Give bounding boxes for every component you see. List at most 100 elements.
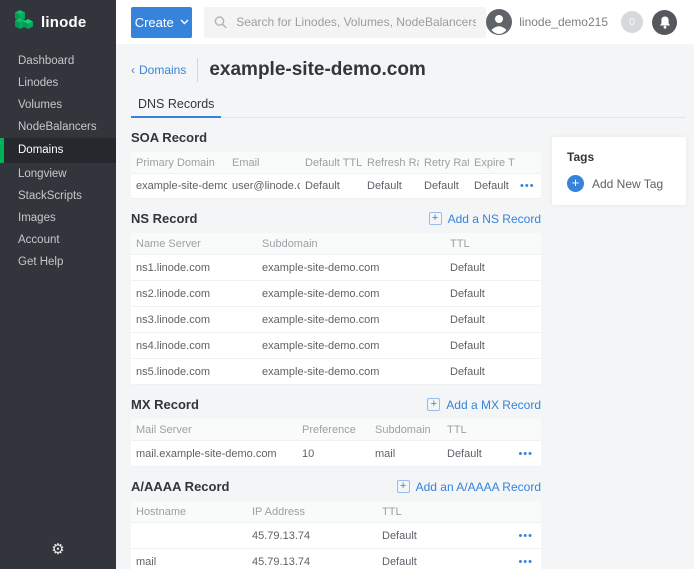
mx-section-title: MX Record <box>131 397 199 412</box>
row-actions-menu[interactable]: ••• <box>507 530 541 542</box>
ns-section-title: NS Record <box>131 211 197 226</box>
cell: user@linode.com <box>227 180 300 192</box>
column-header: TTL <box>442 424 510 436</box>
column-header: TTL <box>445 238 541 250</box>
column-header: IP Address <box>247 506 377 518</box>
cell: mail <box>370 448 442 460</box>
cell: Default <box>419 180 469 192</box>
sidebar-item-longview[interactable]: Longview <box>0 163 116 185</box>
table-row: mail.example-site-demo.com10mailDefault•… <box>131 440 541 466</box>
cell: mail.example-site-demo.com <box>131 448 297 460</box>
sidebar: linode DashboardLinodesVolumesNodeBalanc… <box>0 0 116 569</box>
cell: ns4.linode.com <box>131 340 257 352</box>
linode-logo[interactable]: linode <box>0 0 116 44</box>
top-bar: Create linode_demo215 0 <box>116 0 694 44</box>
create-button[interactable]: Create <box>131 7 192 38</box>
sidebar-item-get-help[interactable]: Get Help <box>0 251 116 273</box>
column-header: Email <box>227 157 300 169</box>
add-mx-record-button[interactable]: + Add a MX Record <box>427 398 541 412</box>
soa-table: Primary DomainEmailDefault TTLRefresh Ra… <box>131 152 541 199</box>
row-actions-menu[interactable]: ••• <box>515 180 541 192</box>
tags-panel-title: Tags <box>567 150 686 164</box>
cell: ns3.linode.com <box>131 314 257 326</box>
username-label[interactable]: linode_demo215 <box>519 15 608 29</box>
add-a-record-label: Add an A/AAAA Record <box>416 480 541 494</box>
add-new-tag-button[interactable]: + Add New Tag <box>567 175 686 192</box>
sidebar-item-stackscripts[interactable]: StackScripts <box>0 185 116 207</box>
sidebar-item-account[interactable]: Account <box>0 229 116 251</box>
cell: Default <box>362 180 419 192</box>
plus-box-icon: + <box>429 212 442 225</box>
table-row: ns4.linode.comexample-site-demo.comDefau… <box>131 332 541 358</box>
cell: 10 <box>297 448 370 460</box>
mx-section-header: MX Record + Add a MX Record <box>131 396 541 413</box>
cell: Default <box>377 556 507 568</box>
page-title: example-site-demo.com <box>209 59 425 81</box>
row-actions-menu[interactable]: ••• <box>507 556 541 568</box>
breadcrumb: ‹ Domains example-site-demo.com <box>131 58 694 82</box>
row-actions-menu[interactable]: ••• <box>510 448 541 460</box>
column-header: TTL <box>377 506 507 518</box>
table-header-row: Primary DomainEmailDefault TTLRefresh Ra… <box>131 152 541 173</box>
cell: Default <box>469 180 515 192</box>
cell: Default <box>445 262 541 274</box>
plus-circle-icon: + <box>567 175 584 192</box>
table-row: example-site-demo.comuser@linode.com Defa… <box>131 173 541 198</box>
column-header: Hostname <box>131 506 247 518</box>
column-header: Default TTL <box>300 157 362 169</box>
search-input[interactable] <box>236 15 476 29</box>
cell: Default <box>445 314 541 326</box>
sidebar-item-linodes[interactable]: Linodes <box>0 72 116 94</box>
column-header: Mail Server <box>131 424 297 436</box>
main-content: ‹ Domains example-site-demo.com DNS Reco… <box>116 44 694 569</box>
breadcrumb-divider <box>197 58 198 82</box>
cell: example-site-demo.com <box>131 180 227 192</box>
cell: example-site-demo.com <box>257 366 445 378</box>
cell: example-site-demo.com <box>257 288 445 300</box>
person-icon <box>486 9 512 35</box>
column-header: Refresh Rate <box>362 157 419 169</box>
table-row: ns3.linode.comexample-site-demo.comDefau… <box>131 306 541 332</box>
notification-count-badge[interactable]: 0 <box>621 11 643 33</box>
breadcrumb-back-link[interactable]: ‹ Domains <box>131 63 186 77</box>
column-header: Primary Domain <box>131 157 227 169</box>
sidebar-item-images[interactable]: Images <box>0 207 116 229</box>
column-header: Subdomain <box>370 424 442 436</box>
search-icon <box>214 15 228 30</box>
mx-table: Mail ServerPreferenceSubdomainTTLmail.ex… <box>131 419 541 467</box>
back-chevron-icon: ‹ <box>131 63 135 77</box>
cell: mail <box>131 556 247 568</box>
tab-dns-records[interactable]: DNS Records <box>131 93 221 118</box>
cell: Default <box>442 448 510 460</box>
sidebar-footer: ⚙ <box>0 540 116 559</box>
user-avatar[interactable] <box>486 9 512 35</box>
cell: Default <box>445 366 541 378</box>
cell: example-site-demo.com <box>257 340 445 352</box>
table-row: ns1.linode.comexample-site-demo.comDefau… <box>131 254 541 280</box>
sidebar-item-domains[interactable]: Domains <box>0 138 116 163</box>
cell: Default <box>377 530 507 542</box>
table-row: ns5.linode.comexample-site-demo.comDefau… <box>131 358 541 384</box>
chevron-down-icon <box>180 19 189 25</box>
sidebar-item-dashboard[interactable]: Dashboard <box>0 50 116 72</box>
table-header-row: Name ServerSubdomainTTL <box>131 233 541 254</box>
tab-bar: DNS Records <box>131 93 686 118</box>
sidebar-item-volumes[interactable]: Volumes <box>0 94 116 116</box>
notifications-button[interactable] <box>652 10 677 35</box>
soa-section-title: SOA Record <box>131 130 207 145</box>
soa-section-header: SOA Record <box>131 129 541 146</box>
add-new-tag-label: Add New Tag <box>592 177 663 191</box>
add-ns-record-button[interactable]: + Add a NS Record <box>429 212 541 226</box>
create-button-label: Create <box>135 15 174 30</box>
add-ns-record-label: Add a NS Record <box>448 212 541 226</box>
settings-gear-icon[interactable]: ⚙ <box>51 541 64 558</box>
cell: 45.79.13.74 <box>247 530 377 542</box>
ns-table: Name ServerSubdomainTTLns1.linode.comexa… <box>131 233 541 385</box>
sidebar-item-nodebalancers[interactable]: NodeBalancers <box>0 116 116 138</box>
add-mx-record-label: Add a MX Record <box>446 398 541 412</box>
add-a-record-button[interactable]: + Add an A/AAAA Record <box>397 480 541 494</box>
cell: example-site-demo.com <box>257 314 445 326</box>
table-header-row: Mail ServerPreferenceSubdomainTTL <box>131 419 541 440</box>
cell: example-site-demo.com <box>257 262 445 274</box>
user-cluster: linode_demo215 0 <box>486 9 677 35</box>
